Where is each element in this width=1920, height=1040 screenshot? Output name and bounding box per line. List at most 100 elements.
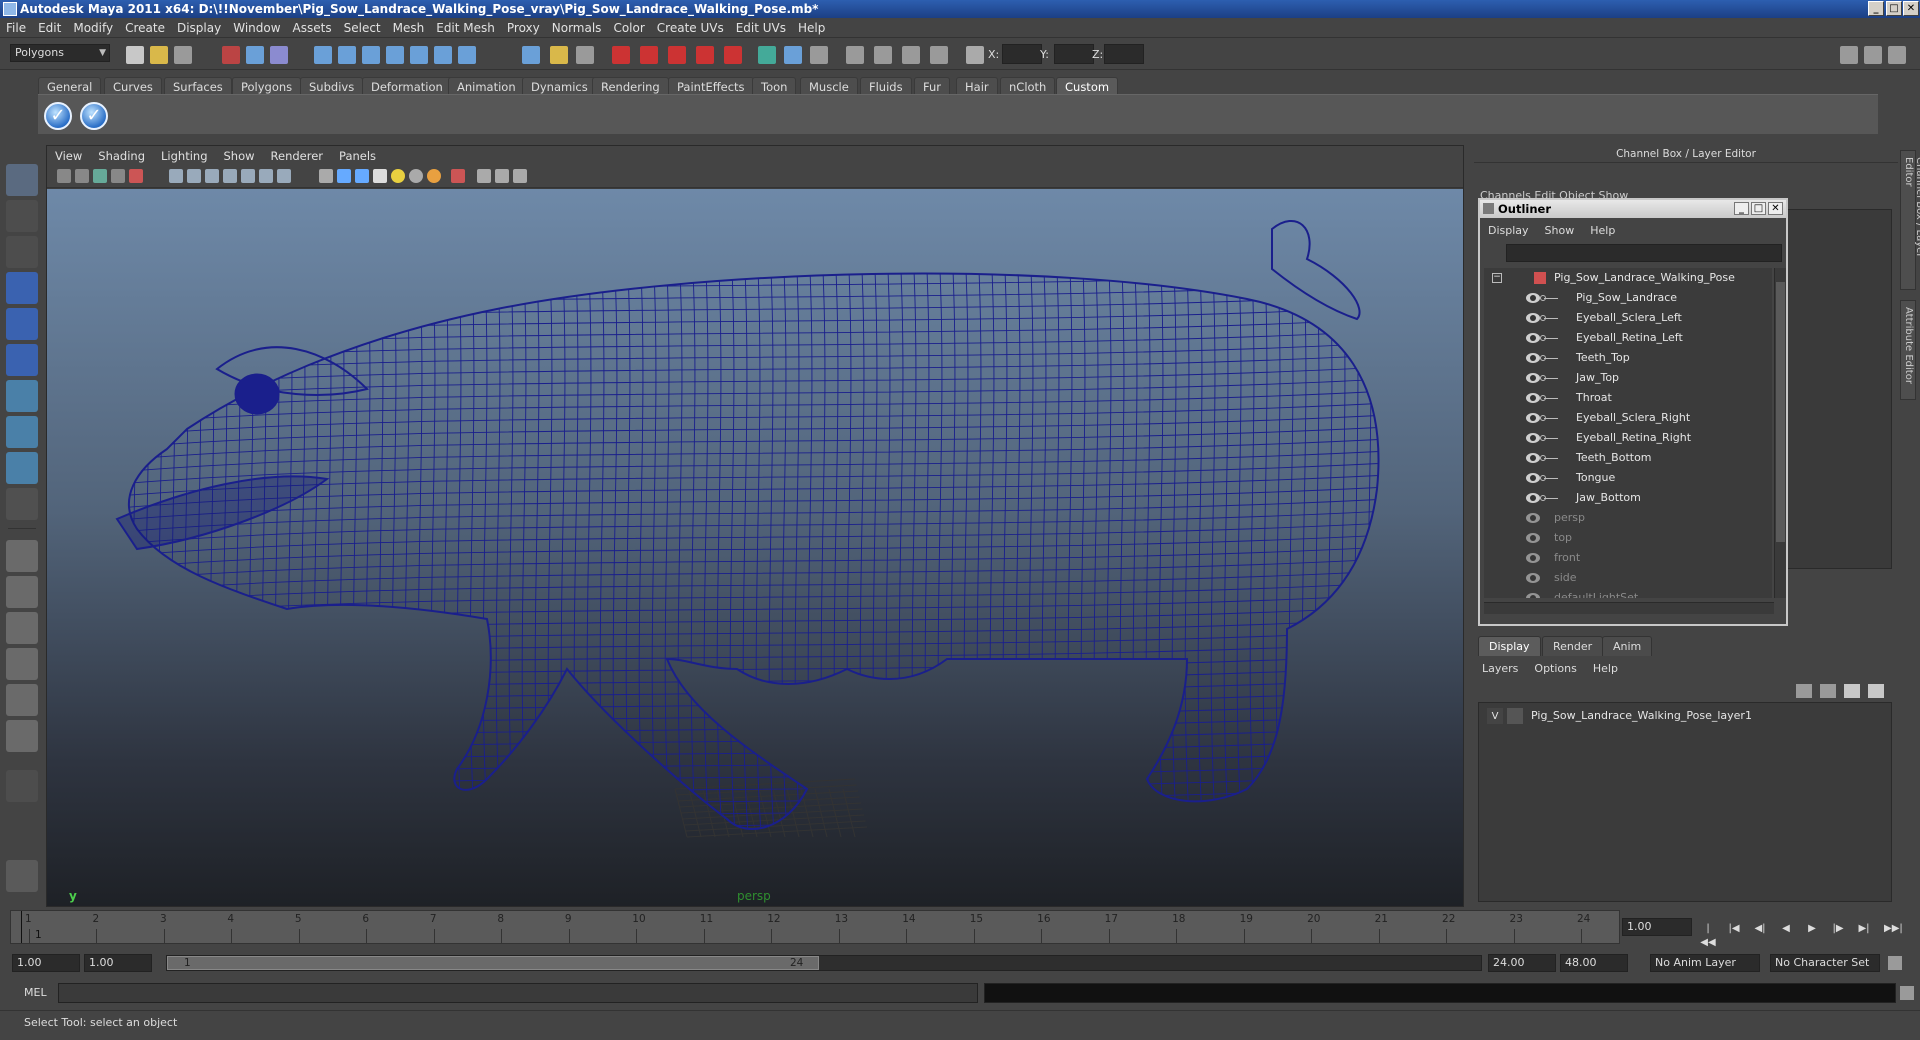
layer-tab-render[interactable]: Render: [1542, 636, 1604, 656]
menu-modify[interactable]: Modify: [73, 21, 113, 35]
range-slider-track[interactable]: 1 24: [166, 955, 1482, 971]
select-tool-icon[interactable]: [6, 164, 38, 196]
menu-edit-mesh[interactable]: Edit Mesh: [436, 21, 495, 35]
shelf-tab-rendering[interactable]: Rendering: [592, 77, 669, 95]
show-manipulator-icon[interactable]: [6, 452, 38, 484]
animation-end-field[interactable]: 48.00: [1560, 954, 1628, 972]
outliner-mesh-row[interactable]: Eyeball_Sclera_Right: [1484, 408, 1772, 428]
step-back-key-icon[interactable]: ◀|: [1752, 922, 1768, 936]
y-input[interactable]: [1054, 44, 1094, 64]
layer-menu-options[interactable]: Options: [1534, 662, 1576, 675]
animation-start-field[interactable]: 1.00: [12, 954, 80, 972]
script-editor-icon[interactable]: [1900, 986, 1914, 1000]
layer-visibility-toggle[interactable]: V: [1487, 708, 1503, 724]
snap-view-plane-icon[interactable]: [386, 46, 404, 64]
panel-layout-icon[interactable]: [1840, 46, 1858, 64]
outliner-mesh-row[interactable]: Jaw_Bottom: [1484, 488, 1772, 508]
move-layer-up-icon[interactable]: [1796, 684, 1812, 698]
menu-normals[interactable]: Normals: [552, 21, 602, 35]
tool-settings-icon[interactable]: [810, 46, 828, 64]
textured-icon[interactable]: [373, 169, 387, 183]
move-tool-icon[interactable]: [6, 272, 38, 304]
x-input[interactable]: [1002, 44, 1042, 64]
menu-select[interactable]: Select: [344, 21, 381, 35]
outliner-root-row[interactable]: − Pig_Sow_Landrace_Walking_Pose: [1484, 268, 1772, 288]
anim-layer-dropdown[interactable]: No Anim Layer: [1650, 954, 1760, 972]
outliner-menu-show[interactable]: Show: [1545, 224, 1575, 237]
outliner-mesh-row[interactable]: Teeth_Top: [1484, 348, 1772, 368]
current-time-marker[interactable]: [21, 911, 22, 943]
ipr-render-icon[interactable]: [668, 46, 686, 64]
new-layer-selected-icon[interactable]: [1868, 684, 1884, 698]
gate-mask-icon[interactable]: [223, 169, 237, 183]
shelf-tab-fur[interactable]: Fur: [914, 77, 951, 95]
shelf-check-button-1[interactable]: ✓: [44, 102, 72, 130]
wireframe-on-shaded-icon[interactable]: [355, 169, 369, 183]
collapse-icon[interactable]: −: [1492, 273, 1502, 283]
outliner-camera-row[interactable]: front: [1484, 548, 1772, 568]
shelf-tab-fluids[interactable]: Fluids: [860, 77, 912, 95]
hypershade-icon[interactable]: [724, 46, 742, 64]
menu-window[interactable]: Window: [233, 21, 280, 35]
character-set-dropdown[interactable]: No Character Set: [1770, 954, 1880, 972]
select-component-icon[interactable]: [270, 46, 288, 64]
z-input[interactable]: [1104, 44, 1144, 64]
shelf-check-button-2[interactable]: ✓: [80, 102, 108, 130]
save-scene-icon[interactable]: [174, 46, 192, 64]
close-button[interactable]: ✕: [1903, 1, 1919, 16]
viewport-menu-shading[interactable]: Shading: [98, 149, 145, 163]
menu-set-dropdown[interactable]: Polygons ▼: [10, 44, 110, 62]
x-ray-joints-icon[interactable]: [495, 169, 509, 183]
render-frame-icon[interactable]: [640, 46, 658, 64]
menu-proxy[interactable]: Proxy: [507, 21, 540, 35]
range-slider-handle[interactable]: 1 24: [167, 956, 819, 970]
field-chart-icon[interactable]: [241, 169, 255, 183]
playback-start-field[interactable]: 1.00: [84, 954, 152, 972]
move-layer-down-icon[interactable]: [1820, 684, 1836, 698]
transform-constraint-icon[interactable]: [758, 46, 776, 64]
outliner-menu-help[interactable]: Help: [1590, 224, 1615, 237]
help-icon[interactable]: [522, 46, 540, 64]
use-all-lights-icon[interactable]: [391, 169, 405, 183]
x-ray-icon[interactable]: [477, 169, 491, 183]
new-scene-icon[interactable]: [126, 46, 144, 64]
outliner-mesh-row[interactable]: Eyeball_Retina_Right: [1484, 428, 1772, 448]
render-region-icon[interactable]: [576, 46, 594, 64]
menu-create-uvs[interactable]: Create UVs: [657, 21, 724, 35]
shelf-tab-subdivs[interactable]: Subdivs: [300, 77, 364, 95]
outliner-persp-layout-icon[interactable]: [6, 612, 38, 644]
camera-attributes-icon[interactable]: [75, 169, 89, 183]
make-live-icon[interactable]: [410, 46, 428, 64]
snap-grid-icon[interactable]: [314, 46, 332, 64]
mel-command-input[interactable]: [58, 983, 978, 1003]
layer-row[interactable]: V Pig_Sow_Landrace_Walking_Pose_layer1: [1483, 707, 1887, 725]
auto-key-icon[interactable]: [1888, 956, 1902, 970]
maya-logo-icon[interactable]: [6, 860, 38, 892]
grid-icon[interactable]: [169, 169, 183, 183]
viewport-menu-renderer[interactable]: Renderer: [271, 149, 324, 163]
go-to-start-icon[interactable]: |◀◀: [1700, 922, 1716, 948]
layer-tab-display[interactable]: Display: [1478, 636, 1541, 656]
image-plane-icon[interactable]: [111, 169, 125, 183]
safe-title-icon[interactable]: [277, 169, 291, 183]
rotate-tool-icon[interactable]: [6, 308, 38, 340]
outliner-minimize-button[interactable]: _: [1734, 202, 1749, 215]
four-pane-layout-icon[interactable]: [6, 576, 38, 608]
outliner-title-bar[interactable]: Outliner _ □ ✕: [1480, 200, 1786, 218]
layer-menu-layers[interactable]: Layers: [1482, 662, 1518, 675]
high-quality-icon[interactable]: [427, 169, 441, 183]
menu-assets[interactable]: Assets: [293, 21, 332, 35]
absolute-transform-icon[interactable]: [902, 46, 920, 64]
menu-edit-uvs[interactable]: Edit UVs: [736, 21, 786, 35]
viewport-canvas[interactable]: y x z persp: [47, 189, 1463, 906]
snap-curve-icon[interactable]: [338, 46, 356, 64]
shelf-tab-ncloth[interactable]: nCloth: [1000, 77, 1056, 95]
attribute-editor-icon[interactable]: [784, 46, 802, 64]
outliner-filter-input[interactable]: [1506, 244, 1782, 262]
go-to-end-icon[interactable]: ▶▶|: [1884, 922, 1903, 936]
side-tab-attribute-editor[interactable]: Attribute Editor: [1900, 300, 1916, 400]
play-forwards-icon[interactable]: ▶: [1804, 922, 1820, 936]
isolate-select-icon[interactable]: [451, 169, 465, 183]
last-tool-icon[interactable]: [6, 488, 38, 520]
soft-modification-icon[interactable]: [6, 416, 38, 448]
